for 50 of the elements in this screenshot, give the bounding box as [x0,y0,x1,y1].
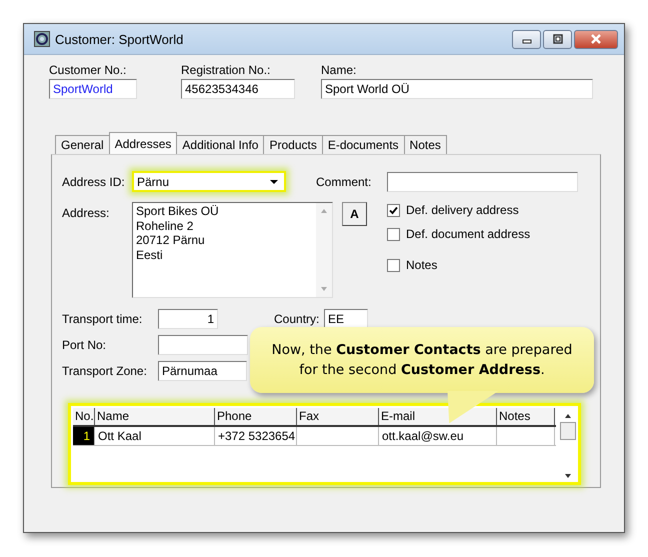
transport-time-field[interactable]: 1 [158,309,218,329]
tab[interactable]: Notes [404,135,447,154]
close-button[interactable] [574,30,618,48]
table-cell: ott.kaal@sw.eu [379,427,497,445]
field-label: Comment: [316,174,372,188]
column-header[interactable]: Fax [297,408,379,425]
column-header[interactable]: Name [95,408,215,425]
column-header[interactable]: Phone [215,408,297,425]
field-label: Address ID: [62,174,126,188]
field-label: Transport Zone: [62,364,148,378]
callout-text: Now, the Customer Contacts are prepared for the second Customer Address. [270,341,574,380]
field-label: Port No: [62,338,108,352]
field-label: Transport time: [62,312,144,326]
address-textarea[interactable]: Sport Bikes OÜ Roheline 2 20712 Pärnu Eesti [132,202,333,298]
field-label: Name: [321,63,358,77]
tab[interactable]: General [55,135,110,154]
format-button[interactable]: A [342,202,367,226]
scroll-down-icon[interactable] [563,472,573,480]
maximize-button[interactable] [543,30,572,48]
row-number[interactable]: 1 [73,427,95,445]
checkbox[interactable] [387,204,400,216]
text-field[interactable]: Sport World OÜ [321,79,593,99]
maximize-icon [552,34,564,44]
field-label: Country: [274,312,320,326]
field-label: Customer No.: [49,63,128,77]
field-label: Address: [62,206,110,220]
window-title: Customer: SportWorld [55,32,184,46]
close-icon [590,34,602,44]
checkbox-label: Def. delivery address [406,203,519,217]
minimize-button[interactable] [512,30,541,48]
checkbox[interactable] [387,228,400,240]
checkbox-label: Def. document address [406,227,530,241]
app-icon [34,31,50,47]
checkbox-label: Notes [406,258,438,272]
table-cell: +372 5323654 [215,427,297,445]
column-header[interactable]: E-mail [379,408,497,425]
scroll-up-icon[interactable] [563,412,573,420]
address-dropdown[interactable]: Pärnu [132,171,286,192]
country-field[interactable]: EE [324,309,368,329]
comment-field[interactable] [387,172,578,192]
transport-zone-field[interactable]: Pärnumaa [158,361,247,381]
column-header[interactable]: Notes [497,408,555,425]
checkbox[interactable] [387,258,400,272]
text-field[interactable]: SportWorld [49,79,137,99]
tab[interactable]: Addresses [108,132,178,154]
column-header[interactable]: No. [73,408,95,425]
field-label: Registration No.: [181,63,272,77]
table-cell: Ott Kaal [95,427,215,445]
text-field[interactable]: 45623534346 [181,79,295,99]
port-field[interactable] [158,335,248,355]
